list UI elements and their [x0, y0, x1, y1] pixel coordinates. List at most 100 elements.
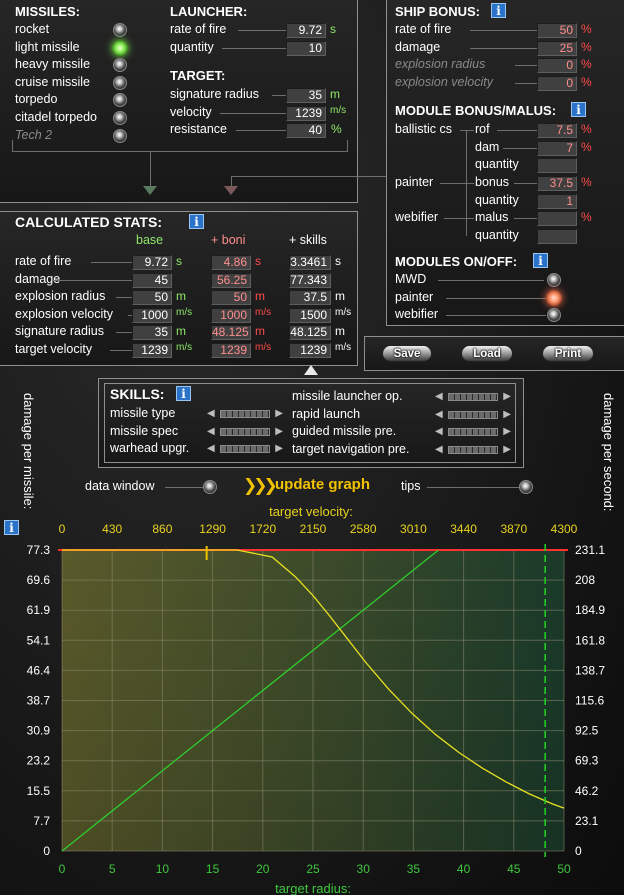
missile-option-radio[interactable] [113, 111, 127, 125]
skill-level-stepper[interactable]: ◀ ▶ [435, 391, 511, 403]
y-left-tick-label: 38.7 [27, 694, 51, 708]
decrease-arrow-icon[interactable]: ◀ [435, 409, 443, 421]
skill-level-stepper[interactable]: ◀ ▶ [207, 408, 283, 420]
increase-arrow-icon[interactable]: ▶ [503, 391, 511, 403]
increase-arrow-icon[interactable]: ▶ [503, 426, 511, 438]
calc-boni-unit: m/s [255, 342, 272, 353]
x-top-tick-label: 860 [152, 522, 172, 536]
ship-bonus-label: explosion velocity [395, 74, 493, 89]
skill-level-stepper[interactable]: ◀ ▶ [435, 409, 511, 421]
launcher-quantity-field[interactable]: 10 [286, 41, 326, 56]
ballistic-quantity-field[interactable] [537, 158, 577, 173]
y-left-tick-label: 61.9 [27, 603, 51, 617]
x-bottom-tick-label: 45 [507, 862, 521, 876]
leader-line [427, 487, 519, 488]
module-toggle-radio[interactable] [547, 273, 561, 287]
print-button[interactable]: Print [542, 345, 594, 362]
save-button[interactable]: Save [382, 345, 432, 362]
increase-arrow-icon[interactable]: ▶ [503, 409, 511, 421]
decrease-arrow-icon[interactable]: ◀ [207, 443, 215, 455]
x-top-tick-label: 2150 [300, 522, 327, 536]
calc-base-unit: s [176, 254, 182, 268]
connector-line [231, 176, 386, 177]
ballistic-rof-field[interactable]: 7.5 [537, 123, 577, 138]
tips-toggle[interactable] [519, 480, 533, 494]
info-icon[interactable]: i [533, 253, 548, 268]
info-icon[interactable]: i [189, 214, 204, 229]
x-bottom-tick-label: 25 [306, 862, 320, 876]
info-icon[interactable]: i [571, 102, 586, 117]
y-right-tick-label: 208 [575, 573, 595, 587]
target-velocity-field[interactable]: 1239 [286, 106, 326, 121]
calc-title: CALCULATED STATS: [15, 214, 162, 230]
calc-boni-unit: m/s [255, 306, 272, 318]
decrease-arrow-icon[interactable]: ◀ [207, 426, 215, 438]
missile-option-radio[interactable] [113, 75, 127, 90]
target-resistance-unit: % [331, 122, 342, 136]
ship-bonus-field[interactable]: 0 [537, 58, 577, 74]
missile-group-box [12, 140, 348, 152]
skill-level-stepper[interactable]: ◀ ▶ [435, 426, 511, 438]
skill-level-stepper[interactable]: ◀ ▶ [207, 443, 283, 455]
data-window-toggle[interactable] [203, 480, 217, 494]
info-icon[interactable]: i [491, 3, 506, 18]
ship-bonus-field[interactable]: 50 [537, 23, 577, 38]
painter-bonus-label: bonus [475, 175, 510, 189]
y-left-tick-label: 30.9 [27, 724, 51, 738]
calc-base-field: 50 [132, 290, 172, 306]
missile-option-radio[interactable] [112, 39, 128, 56]
missile-option-label: Tech 2 [15, 127, 53, 142]
skill-label: warhead upgr. [110, 441, 190, 456]
x-bottom-tick-label: 50 [557, 862, 571, 876]
x-bottom-tick-label: 20 [256, 862, 270, 876]
missile-option-radio[interactable] [113, 128, 127, 143]
skills-title: SKILLS: [110, 386, 165, 402]
webifier-malus-field[interactable] [537, 211, 577, 226]
module-toggle-label: painter [395, 289, 434, 304]
update-graph-button[interactable]: update graph [275, 476, 370, 493]
skill-label: missile spec [110, 423, 179, 438]
skill-label: missile type [110, 406, 176, 420]
webifier-quantity-field[interactable] [537, 229, 577, 244]
calc-row-label: explosion velocity [15, 306, 113, 321]
missile-option-label: heavy missile [15, 57, 91, 72]
load-button[interactable]: Load [461, 345, 513, 362]
leader-line [272, 95, 286, 96]
calc-base-field: 45 [132, 272, 172, 288]
decrease-arrow-icon[interactable]: ◀ [435, 444, 443, 456]
increase-arrow-icon[interactable]: ▶ [275, 408, 283, 420]
painter-quantity-field[interactable]: 1 [537, 194, 577, 209]
decrease-arrow-icon[interactable]: ◀ [207, 408, 215, 420]
ship-bonus-field[interactable]: 0 [537, 75, 577, 91]
painter-bonus-field[interactable]: 37.5 [537, 176, 577, 191]
calc-skills-field: 37.5 [289, 290, 331, 306]
module-toggle-radio[interactable] [546, 289, 562, 306]
y-right-tick-label: 69.3 [575, 754, 599, 768]
skills-up-arrow-icon[interactable] [304, 365, 318, 375]
ship-bonus-field[interactable]: 25 [537, 40, 577, 56]
decrease-arrow-icon[interactable]: ◀ [435, 391, 443, 403]
ballistic-quantity-label: quantity [475, 157, 519, 171]
ballistic-dam-field[interactable]: 7 [537, 141, 577, 156]
calc-boni-field: 56.25 [211, 272, 251, 288]
y-right-title: damage per second: [601, 393, 616, 512]
launcher-rof-label: rate of fire [170, 22, 227, 36]
y-left-tick-label: 7.7 [33, 814, 50, 828]
target-sig-field[interactable]: 35 [286, 88, 326, 103]
missiles-title: MISSILES: [15, 4, 81, 19]
increase-arrow-icon[interactable]: ▶ [275, 443, 283, 455]
decrease-arrow-icon[interactable]: ◀ [435, 426, 443, 438]
missile-option-radio[interactable] [113, 23, 127, 37]
launcher-rof-field[interactable]: 9.72 [286, 23, 326, 38]
skill-level-stepper[interactable]: ◀ ▶ [207, 426, 283, 438]
increase-arrow-icon[interactable]: ▶ [503, 444, 511, 456]
increase-arrow-icon[interactable]: ▶ [275, 426, 283, 438]
leader-line [109, 350, 132, 351]
y-left-tick-label: 46.4 [27, 663, 51, 677]
info-icon[interactable]: i [176, 386, 191, 401]
target-resistance-field[interactable]: 40 [286, 123, 326, 138]
calc-row-label: damage [15, 271, 61, 286]
skill-level-stepper[interactable]: ◀ ▶ [435, 444, 511, 456]
skill-label: guided missile pre. [292, 424, 397, 439]
leader-line [220, 113, 286, 114]
